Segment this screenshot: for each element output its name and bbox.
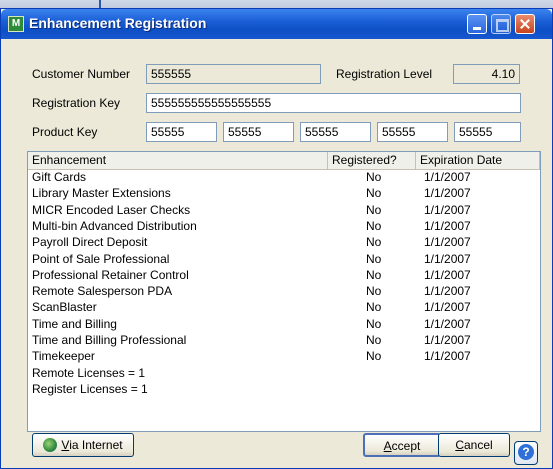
list-item[interactable]: Timekeeper No 1/1/2007: [28, 349, 540, 365]
registered-value: No: [366, 316, 382, 331]
help-icon: ?: [518, 444, 534, 460]
expiration-date-value: 1/1/2007: [424, 316, 471, 331]
list-item[interactable]: Multi-bin Advanced Distribution No 1/1/200…: [28, 219, 540, 235]
list-item[interactable]: Time and Billing Professional No 1/1/2007: [28, 333, 540, 349]
customer-number-label: Customer Number: [32, 67, 131, 81]
list-item[interactable]: Time and Billing No 1/1/2007: [28, 317, 540, 333]
expiration-date-value: 1/1/2007: [424, 300, 471, 315]
window-title: Enhancement Registration: [29, 15, 207, 31]
enhancement-name: Remote Licenses = 1: [32, 365, 146, 380]
via-internet-button[interactable]: Via Internet: [32, 433, 134, 457]
expiration-date-value: 1/1/2007: [424, 186, 471, 201]
registered-value: No: [366, 333, 382, 347]
product-key-input-3[interactable]: 55555: [300, 122, 371, 142]
registered-value: No: [366, 251, 382, 266]
expiration-date-value: 1/1/2007: [424, 251, 471, 266]
enhancement-registration-dialog: M Enhancement Registration Customer Numb…: [0, 8, 553, 469]
enhancement-name: Gift Cards: [32, 170, 87, 184]
enhancement-name: Register Licenses = 1: [32, 381, 148, 396]
list-item[interactable]: Professional Retainer Control No 1/1/2007: [28, 268, 540, 284]
product-key-input-5[interactable]: 55555: [454, 122, 521, 142]
enhancement-name: Time and Billing Professional: [32, 333, 187, 347]
expiration-date-value: 1/1/2007: [424, 202, 471, 217]
cancel-button[interactable]: Cancel: [438, 433, 510, 457]
minimize-button[interactable]: [467, 14, 487, 34]
accept-button[interactable]: Accept: [363, 433, 441, 457]
enhancement-name: Timekeeper: [32, 349, 95, 364]
list-item[interactable]: ScanBlaster No 1/1/2007: [28, 300, 540, 316]
product-key-input-1[interactable]: 55555: [146, 122, 217, 142]
registration-key-label: Registration Key: [32, 96, 121, 110]
enhancement-name: Professional Retainer Control: [32, 267, 189, 282]
registered-value: No: [366, 284, 382, 299]
expiration-date-value: 1/1/2007: [424, 284, 471, 299]
column-enhancement[interactable]: Enhancement: [28, 152, 328, 169]
enhancements-list[interactable]: Enhancement Registered? Expiration Date …: [27, 151, 541, 432]
expiration-date-value: 1/1/2007: [424, 267, 471, 282]
registered-value: No: [366, 170, 382, 184]
enhancement-name: Remote Salesperson PDA: [32, 284, 173, 299]
enhancement-name: Library Master Extensions: [32, 186, 171, 201]
product-key-input-4[interactable]: 55555: [377, 122, 448, 142]
column-expiration-date[interactable]: Expiration Date: [416, 152, 540, 169]
registration-level-field: 4.10: [453, 64, 520, 84]
help-button[interactable]: ?: [514, 441, 538, 465]
customer-number-field: 555555: [146, 64, 321, 84]
close-button[interactable]: [515, 14, 535, 34]
list-item[interactable]: Gift Cards No 1/1/2007: [28, 170, 540, 186]
list-header: Enhancement Registered? Expiration Date: [28, 152, 540, 170]
registered-value: No: [366, 235, 382, 250]
expiration-date-value: 1/1/2007: [424, 170, 471, 184]
registered-value: No: [366, 267, 382, 282]
registration-level-label: Registration Level: [336, 67, 433, 81]
registered-value: No: [366, 202, 382, 217]
list-item[interactable]: Remote Licenses = 1: [28, 366, 540, 382]
product-key-label: Product Key: [32, 125, 98, 139]
globe-icon: [43, 437, 58, 452]
list-item[interactable]: Payroll Direct Deposit No 1/1/2007: [28, 235, 540, 251]
enhancement-name: Point of Sale Professional: [32, 251, 170, 266]
expiration-date-value: 1/1/2007: [424, 218, 471, 233]
registered-value: No: [366, 218, 382, 233]
title-bar[interactable]: M Enhancement Registration: [1, 9, 552, 39]
expiration-date-value: 1/1/2007: [424, 349, 471, 364]
enhancement-name: Payroll Direct Deposit: [32, 235, 148, 250]
maximize-button[interactable]: [491, 14, 511, 34]
registered-value: No: [366, 349, 382, 364]
expiration-date-value: 1/1/2007: [424, 333, 471, 347]
product-key-input-2[interactable]: 55555: [223, 122, 294, 142]
list-item[interactable]: Register Licenses = 1: [28, 382, 540, 398]
column-registered[interactable]: Registered?: [328, 152, 416, 169]
enhancement-name: ScanBlaster: [32, 300, 97, 315]
enhancement-name: Multi-bin Advanced Distribution: [32, 218, 197, 233]
expiration-date-value: 1/1/2007: [424, 235, 471, 250]
registration-key-input[interactable]: 555555555555555555: [146, 93, 521, 113]
enhancement-name: MICR Encoded Laser Checks: [32, 202, 191, 217]
registered-value: No: [366, 186, 382, 201]
registered-value: No: [366, 300, 382, 315]
enhancement-name: Time and Billing: [32, 316, 117, 331]
list-item[interactable]: MICR Encoded Laser Checks No 1/1/2007: [28, 203, 540, 219]
list-item[interactable]: Remote Salesperson PDA No 1/1/2007: [28, 284, 540, 300]
app-icon: M: [8, 16, 24, 32]
list-item[interactable]: Point of Sale Professional No 1/1/2007: [28, 252, 540, 268]
list-item[interactable]: Library Master Extensions No 1/1/2007: [28, 186, 540, 202]
